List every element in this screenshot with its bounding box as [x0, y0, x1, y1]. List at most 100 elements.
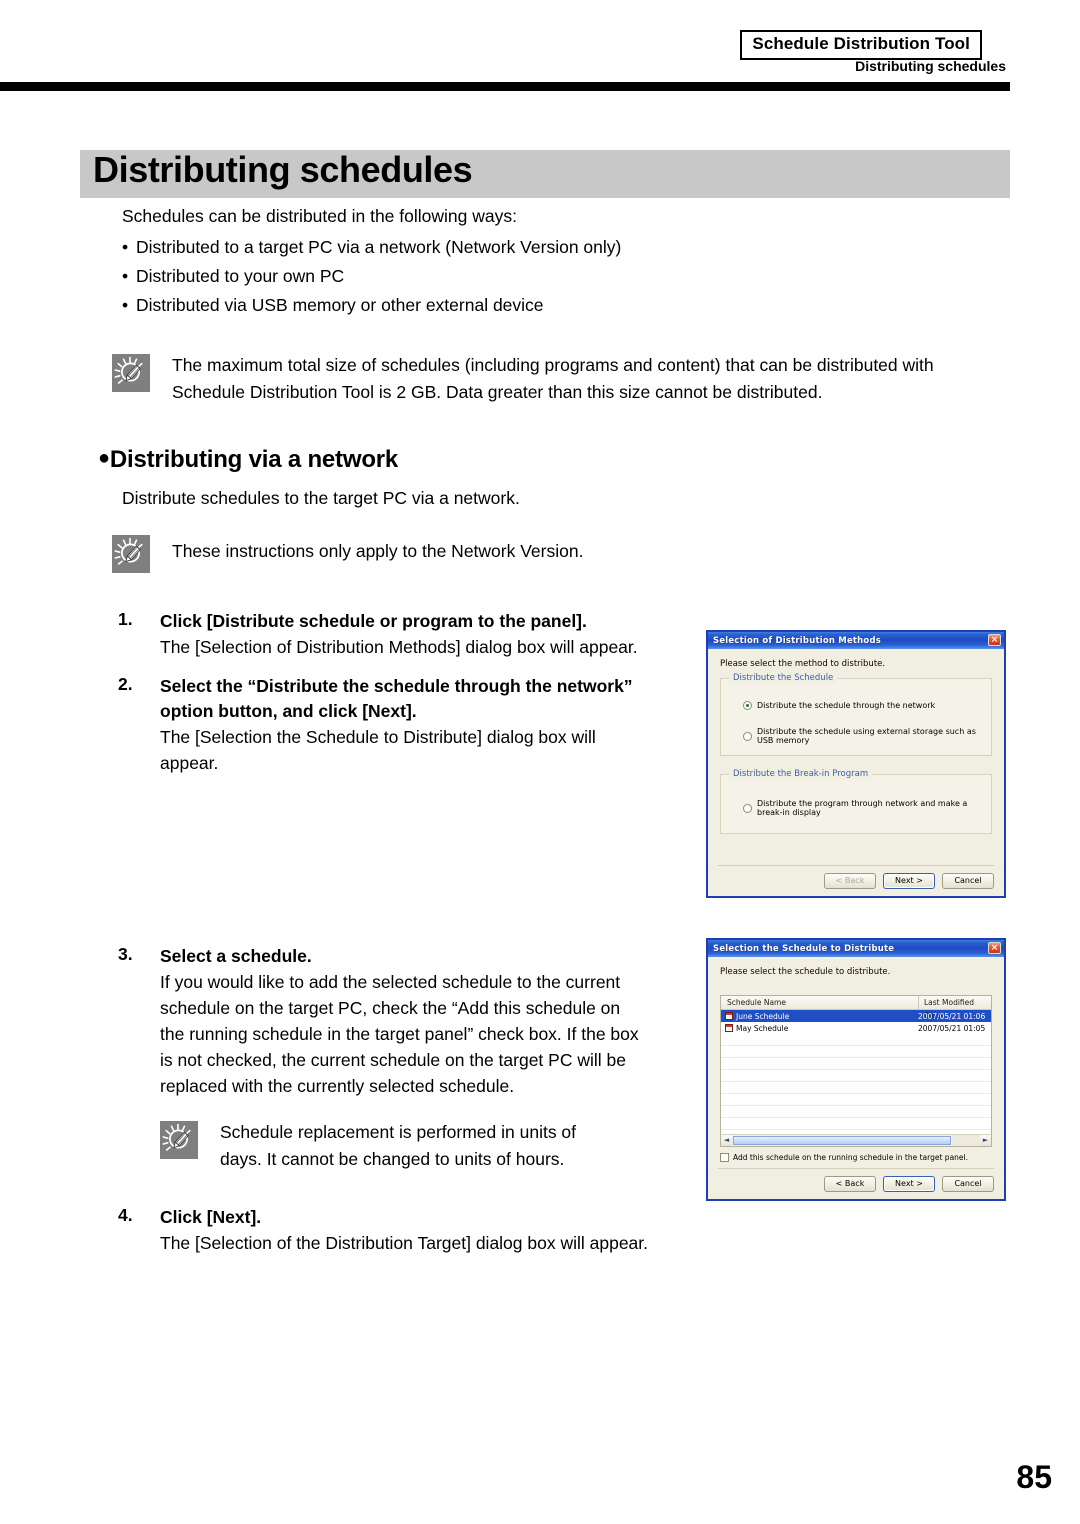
- close-icon[interactable]: ×: [988, 942, 1001, 954]
- step-description-line-4: is not checked, the current schedule on …: [160, 1050, 626, 1070]
- step-description-line-2: schedule on the target PC, check the “Ad…: [160, 998, 621, 1018]
- empty-row: [721, 1070, 991, 1082]
- step-description-line-1: The [Selection the Schedule to Distribut…: [160, 727, 596, 747]
- step-number: 3.: [118, 944, 133, 964]
- list-item: • Distributed to your own PC: [122, 264, 922, 289]
- step-title-line-2: option button, and click [Next].: [160, 701, 417, 721]
- back-button[interactable]: < Back: [824, 873, 876, 889]
- radio-distribute-using-external-storage[interactable]: Distribute the schedule using external s…: [721, 727, 991, 745]
- radio-button-icon[interactable]: [743, 731, 752, 741]
- schedule-icon: [725, 1012, 733, 1020]
- table-row[interactable]: June Schedule 2007/05/21 01:06: [721, 1010, 991, 1022]
- scrollbar-thumb[interactable]: [733, 1136, 951, 1145]
- step-2: 2. Select the “Distribute the schedule t…: [118, 674, 720, 776]
- scroll-left-arrow-icon[interactable]: ◄: [721, 1135, 732, 1146]
- radio-label: Distribute the program through network a…: [757, 799, 968, 817]
- schedule-icon: [725, 1024, 733, 1032]
- cell-last-modified-date: 2007/05/21 01:06: [918, 1011, 986, 1021]
- section-bullet-icon: ●: [98, 447, 110, 469]
- dialog2-client-area: Please select the schedule to distribute…: [708, 957, 1004, 1199]
- bullet-dot-icon: •: [122, 266, 129, 286]
- column-header-schedule-name[interactable]: Schedule Name: [721, 998, 918, 1007]
- dialog2-footer-divider: [718, 1168, 994, 1169]
- next-button[interactable]: Next >: [883, 1176, 935, 1192]
- step-description: The [Selection of Distribution Methods] …: [160, 637, 638, 657]
- step-title: Click [Distribute schedule or program to…: [160, 611, 587, 631]
- schedule-list[interactable]: Schedule Name Last Modified Date June Sc…: [720, 995, 992, 1147]
- cell-schedule-name: May Schedule: [721, 1024, 913, 1033]
- tip-note-network-version: These instructions only apply to the Net…: [112, 533, 812, 573]
- scrollbar-track[interactable]: [952, 1135, 980, 1146]
- list-item-label: Distributed to your own PC: [136, 266, 345, 286]
- list-item-label: Distributed to a target PC via a network…: [136, 237, 622, 257]
- cancel-button[interactable]: Cancel: [942, 1176, 994, 1192]
- lightbulb-tip-icon: [112, 535, 150, 573]
- step-4: 4. Click [Next]. The [Selection of the D…: [118, 1205, 760, 1256]
- empty-row: [721, 1058, 991, 1070]
- schedule-name-label: June Schedule: [736, 1011, 790, 1021]
- scroll-right-arrow-icon[interactable]: ►: [980, 1135, 991, 1146]
- lightbulb-tip-icon: [112, 354, 150, 392]
- page-header: Schedule Distribution Tool Distributing …: [0, 0, 1080, 92]
- empty-row: [721, 1094, 991, 1106]
- running-head: Distributing schedules: [855, 58, 1006, 74]
- column-header-last-modified-date[interactable]: Last Modified Date: [918, 996, 991, 1020]
- dialog2-titlebar: Selection the Schedule to Distribute ×: [708, 940, 1004, 957]
- empty-row: [721, 1082, 991, 1094]
- intro-bullet-list: • Distributed to a target PC via a netwo…: [122, 235, 922, 318]
- bullet-dot-icon: •: [122, 237, 129, 257]
- dialog1-prompt: Please select the method to distribute.: [720, 659, 886, 669]
- empty-row: [721, 1106, 991, 1118]
- back-button[interactable]: < Back: [824, 1176, 876, 1192]
- radio-button-icon[interactable]: [743, 803, 752, 813]
- header-rule: [0, 82, 1010, 91]
- tool-name-box: Schedule Distribution Tool: [740, 30, 982, 60]
- step-description-line-1: If you would like to add the selected sc…: [160, 972, 621, 992]
- dialog1-titlebar: Selection of Distribution Methods ×: [708, 632, 1004, 649]
- list-header-row: Schedule Name Last Modified Date: [721, 996, 991, 1020]
- list-item: • Distributed via USB memory or other ex…: [122, 293, 922, 318]
- lightbulb-tip-icon: [160, 1121, 198, 1159]
- table-row[interactable]: May Schedule 2007/05/21 01:05: [721, 1022, 991, 1034]
- bullet-dot-icon: •: [122, 295, 129, 315]
- step-description-line-2: appear.: [160, 753, 219, 773]
- checkbox-label: Add this schedule on the running schedul…: [733, 1153, 969, 1162]
- cell-schedule-name: June Schedule: [721, 1012, 913, 1021]
- tip-line-1: The maximum total size of schedules (inc…: [172, 355, 934, 375]
- section-heading-label: Distributing via a network: [109, 446, 399, 473]
- checkbox-icon[interactable]: [720, 1153, 729, 1162]
- step-description-line-5: replaced with the currently selected sch…: [160, 1076, 515, 1096]
- radio-button-icon[interactable]: [743, 701, 752, 710]
- radio-distribute-through-network[interactable]: Distribute the schedule through the netw…: [721, 701, 991, 710]
- intro-lead: Schedules can be distributed in the foll…: [122, 206, 517, 226]
- cancel-button[interactable]: Cancel: [942, 873, 994, 889]
- group-label: Distribute the Break-in Program: [729, 769, 873, 779]
- step-1: 1. Click [Distribute schedule or program…: [118, 609, 720, 660]
- step-description: The [Selection of the Distribution Targe…: [160, 1233, 649, 1253]
- section-intro: Distribute schedules to the target PC vi…: [122, 488, 520, 508]
- tip-note-max-size: The maximum total size of schedules (inc…: [112, 352, 982, 406]
- schedule-name-label: May Schedule: [736, 1023, 789, 1033]
- step-title: Click [Next].: [160, 1207, 262, 1227]
- group-distribute-the-schedule: Distribute the Schedule Distribute the s…: [720, 673, 992, 756]
- step-description-line-3: the running schedule in the target panel…: [160, 1024, 639, 1044]
- checkbox-add-schedule-on-running-schedule[interactable]: Add this schedule on the running schedul…: [720, 1153, 968, 1162]
- radio-label: Distribute the schedule using external s…: [757, 727, 976, 745]
- group-distribute-the-break-in-program: Distribute the Break-in Program Distribu…: [720, 769, 992, 834]
- dialog2-title: Selection the Schedule to Distribute: [713, 943, 895, 954]
- tip-line-2: days. It cannot be changed to units of h…: [220, 1149, 565, 1169]
- close-icon[interactable]: ×: [988, 634, 1001, 646]
- step-3: 3. Select a schedule. If you would like …: [118, 944, 720, 1099]
- dialog1-client-area: Please select the method to distribute. …: [708, 649, 1004, 896]
- list-item-label: Distributed via USB memory or other exte…: [136, 295, 544, 315]
- page-number: 85: [1016, 1459, 1052, 1495]
- tip-line-2: Schedule Distribution Tool is 2 GB. Data…: [172, 382, 823, 402]
- next-button[interactable]: Next >: [883, 873, 935, 889]
- horizontal-scrollbar[interactable]: ◄ ►: [721, 1134, 991, 1146]
- radio-distribute-break-in-display[interactable]: Distribute the program through network a…: [721, 799, 991, 817]
- group-label: Distribute the Schedule: [729, 673, 838, 683]
- cell-last-modified-date: 2007/05/21 01:05: [918, 1023, 986, 1033]
- tip-line-1: Schedule replacement is performed in uni…: [220, 1122, 577, 1142]
- empty-row: [721, 1034, 991, 1046]
- dialog2-prompt: Please select the schedule to distribute…: [720, 967, 891, 977]
